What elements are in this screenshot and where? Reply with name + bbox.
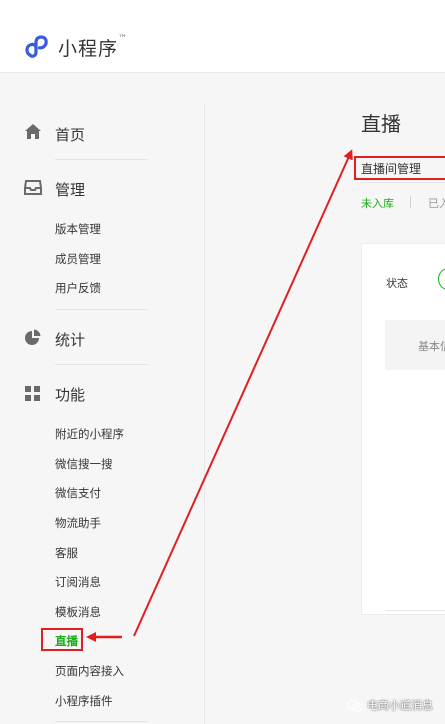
highlight-box-tab (354, 156, 445, 180)
sidebar-divider (204, 104, 205, 724)
divider (55, 159, 147, 160)
sidebar-item-members[interactable]: 成员管理 (55, 251, 101, 267)
top-header: 小程序™ (0, 0, 445, 73)
pie-chart-icon (25, 329, 41, 345)
highlight-box-live (41, 628, 83, 651)
miniprogram-logo-icon (25, 35, 48, 58)
basic-info-label: 基本信 (418, 340, 445, 353)
sidebar-item-feedback[interactable]: 用户反馈 (55, 280, 101, 296)
home-icon (25, 124, 41, 139)
divider (55, 364, 147, 365)
sidebar-item-nearby[interactable]: 附近的小程序 (55, 426, 124, 442)
subtab-not-stored[interactable]: 未入库 (361, 195, 394, 211)
sidebar-title-home[interactable]: 首页 (55, 124, 85, 145)
wechat-watermark-icon (347, 699, 363, 712)
subtab-stored[interactable]: 已入 (428, 195, 445, 211)
divider (55, 721, 147, 722)
sidebar-item-logistics[interactable]: 物流助手 (55, 515, 101, 531)
watermark-text: 电商小道消息 (367, 699, 433, 712)
sidebar-item-subscribe[interactable]: 订阅消息 (55, 574, 101, 590)
live-card (361, 243, 445, 615)
arrow-to-live-tab (133, 149, 353, 637)
page-title: 直播 (361, 112, 401, 136)
sidebar-title-manage[interactable]: 管理 (55, 179, 85, 200)
subtab-separator (410, 196, 411, 208)
trademark: ™ (118, 34, 129, 44)
tab-underline (361, 182, 445, 183)
status-label: 状态 (386, 277, 408, 290)
grid-icon (25, 386, 40, 401)
sidebar-item-service[interactable]: 客服 (55, 545, 78, 561)
sidebar-item-plugin[interactable]: 小程序插件 (55, 693, 113, 709)
inbox-icon (24, 180, 42, 195)
sidebar-title-stats[interactable]: 统计 (55, 329, 85, 350)
card-divider (385, 610, 445, 611)
sidebar-item-content[interactable]: 页面内容接入 (55, 663, 124, 679)
sidebar-item-search[interactable]: 微信搜一搜 (55, 456, 113, 472)
sidebar-item-template[interactable]: 模板消息 (55, 604, 101, 620)
sidebar-item-version[interactable]: 版本管理 (55, 221, 101, 237)
sidebar-item-pay[interactable]: 微信支付 (55, 485, 101, 501)
sidebar-title-features[interactable]: 功能 (55, 384, 85, 405)
divider (55, 309, 147, 310)
app-name: 小程序™ (58, 34, 129, 60)
